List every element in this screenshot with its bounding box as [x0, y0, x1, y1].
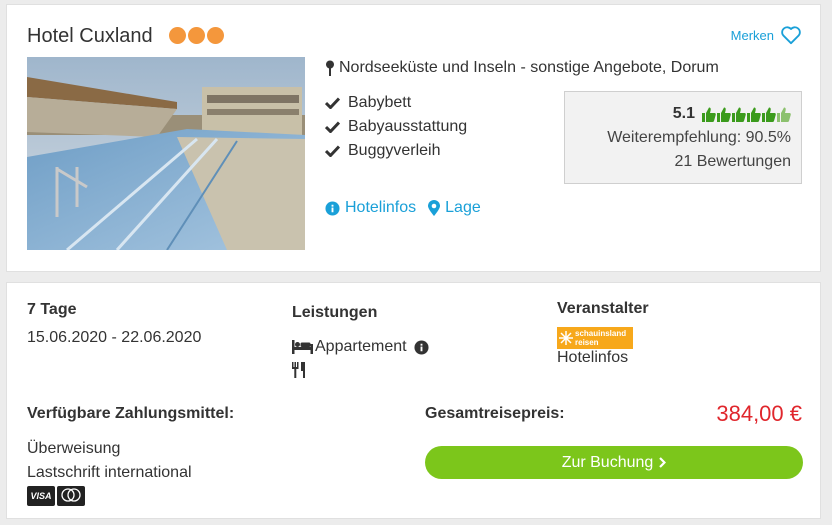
payment-method: Lastschrift international	[27, 464, 192, 481]
feature-list: Babybett Babyausstattung Buggyverleih	[325, 91, 467, 163]
chevron-right-icon	[659, 457, 667, 468]
map-marker-icon	[428, 200, 441, 216]
operator-hotelinfos-link[interactable]: Hotelinfos	[557, 349, 628, 367]
feature-item: Babyausstattung	[325, 115, 467, 139]
check-icon	[325, 145, 340, 157]
thumbs-up-icon	[747, 107, 761, 122]
hotel-links: Hotelinfos Lage	[325, 199, 481, 217]
operator-heading: Veranstalter	[557, 300, 649, 317]
travel-dates: 15.06.2020 - 22.06.2020	[27, 329, 202, 346]
thumbs-up-icon	[702, 107, 716, 122]
room-label: Appartement	[315, 338, 407, 355]
feature-item: Babybett	[325, 91, 467, 115]
trip-duration: 7 Tage	[27, 301, 77, 318]
card-logos: VISA	[27, 486, 85, 506]
room-type: Appartement	[292, 338, 429, 356]
payment-methods: Überweisung Lastschrift international	[27, 437, 192, 485]
info-icon[interactable]	[414, 339, 429, 355]
hotelinfos-label: Hotelinfos	[345, 199, 417, 216]
fork-knife-icon	[292, 362, 305, 378]
operator-logo-line1: schauinsland	[575, 329, 627, 338]
pool-photo	[27, 57, 305, 250]
merken-button[interactable]: Merken	[731, 25, 802, 45]
review-count: 21 Bewertungen	[674, 153, 791, 170]
category-dot	[169, 27, 186, 44]
feature-label: Buggyverleih	[348, 142, 441, 159]
hotel-name[interactable]: Hotel Cuxland	[27, 25, 153, 48]
lage-link[interactable]: Lage	[428, 199, 481, 217]
merken-label: Merken	[730, 27, 774, 43]
mastercard-icon	[57, 486, 85, 506]
rating-box[interactable]: 5.1 Weiterempfehlung: 90.5% 21 Bewertung…	[564, 91, 802, 184]
booking-button[interactable]: Zur Buchung	[425, 446, 803, 479]
bed-icon	[292, 340, 313, 354]
recommendation-rate: Weiterempfehlung: 90.5%	[607, 129, 791, 146]
thumbs-up-icon	[762, 107, 776, 122]
rating-score: 5.1	[672, 105, 695, 122]
info-icon	[325, 200, 340, 216]
thumbs-up-icon	[732, 107, 746, 122]
hotel-image[interactable]	[27, 57, 305, 250]
heart-icon	[781, 26, 801, 45]
check-icon	[325, 121, 340, 133]
hotelinfos-link[interactable]: Hotelinfos	[325, 199, 416, 217]
location-text: Nordseeküste und Inseln - sonstige Angeb…	[339, 59, 719, 76]
hotel-location: Nordseeküste und Inseln - sonstige Angeb…	[325, 59, 719, 77]
lage-label: Lage	[445, 199, 481, 216]
feature-item: Buggyverleih	[325, 139, 467, 163]
total-price-label: Gesamtreisepreis:	[425, 405, 565, 422]
thumbs-up-icon	[717, 107, 731, 122]
feature-label: Babybett	[348, 94, 412, 111]
check-icon	[325, 97, 340, 109]
operator-logo-line2: reisen	[575, 338, 599, 347]
total-price: 384,00 €	[716, 401, 802, 426]
sun-logo-icon	[559, 331, 573, 345]
category-dot	[207, 27, 224, 44]
services-heading: Leistungen	[292, 304, 378, 321]
thumbs-up-icon	[777, 107, 791, 122]
visa-card-icon: VISA	[27, 486, 55, 506]
hotel-category-rating	[169, 27, 224, 44]
offer-card: 7 Tage 15.06.2020 - 22.06.2020 Leistunge…	[6, 282, 821, 519]
feature-label: Babyausstattung	[348, 118, 468, 135]
category-dot	[188, 27, 205, 44]
payment-heading: Verfügbare Zahlungsmittel:	[27, 405, 235, 422]
hotel-card: Hotel Cuxland Merken Nordseeküste und In…	[6, 4, 821, 272]
meal-icon	[292, 362, 306, 383]
payment-method: Überweisung	[27, 440, 121, 457]
map-pin-icon	[326, 60, 334, 76]
thumbs-rating	[702, 107, 791, 122]
booking-label: Zur Buchung	[561, 453, 654, 471]
operator-logo: schauinsland reisen	[557, 327, 633, 349]
